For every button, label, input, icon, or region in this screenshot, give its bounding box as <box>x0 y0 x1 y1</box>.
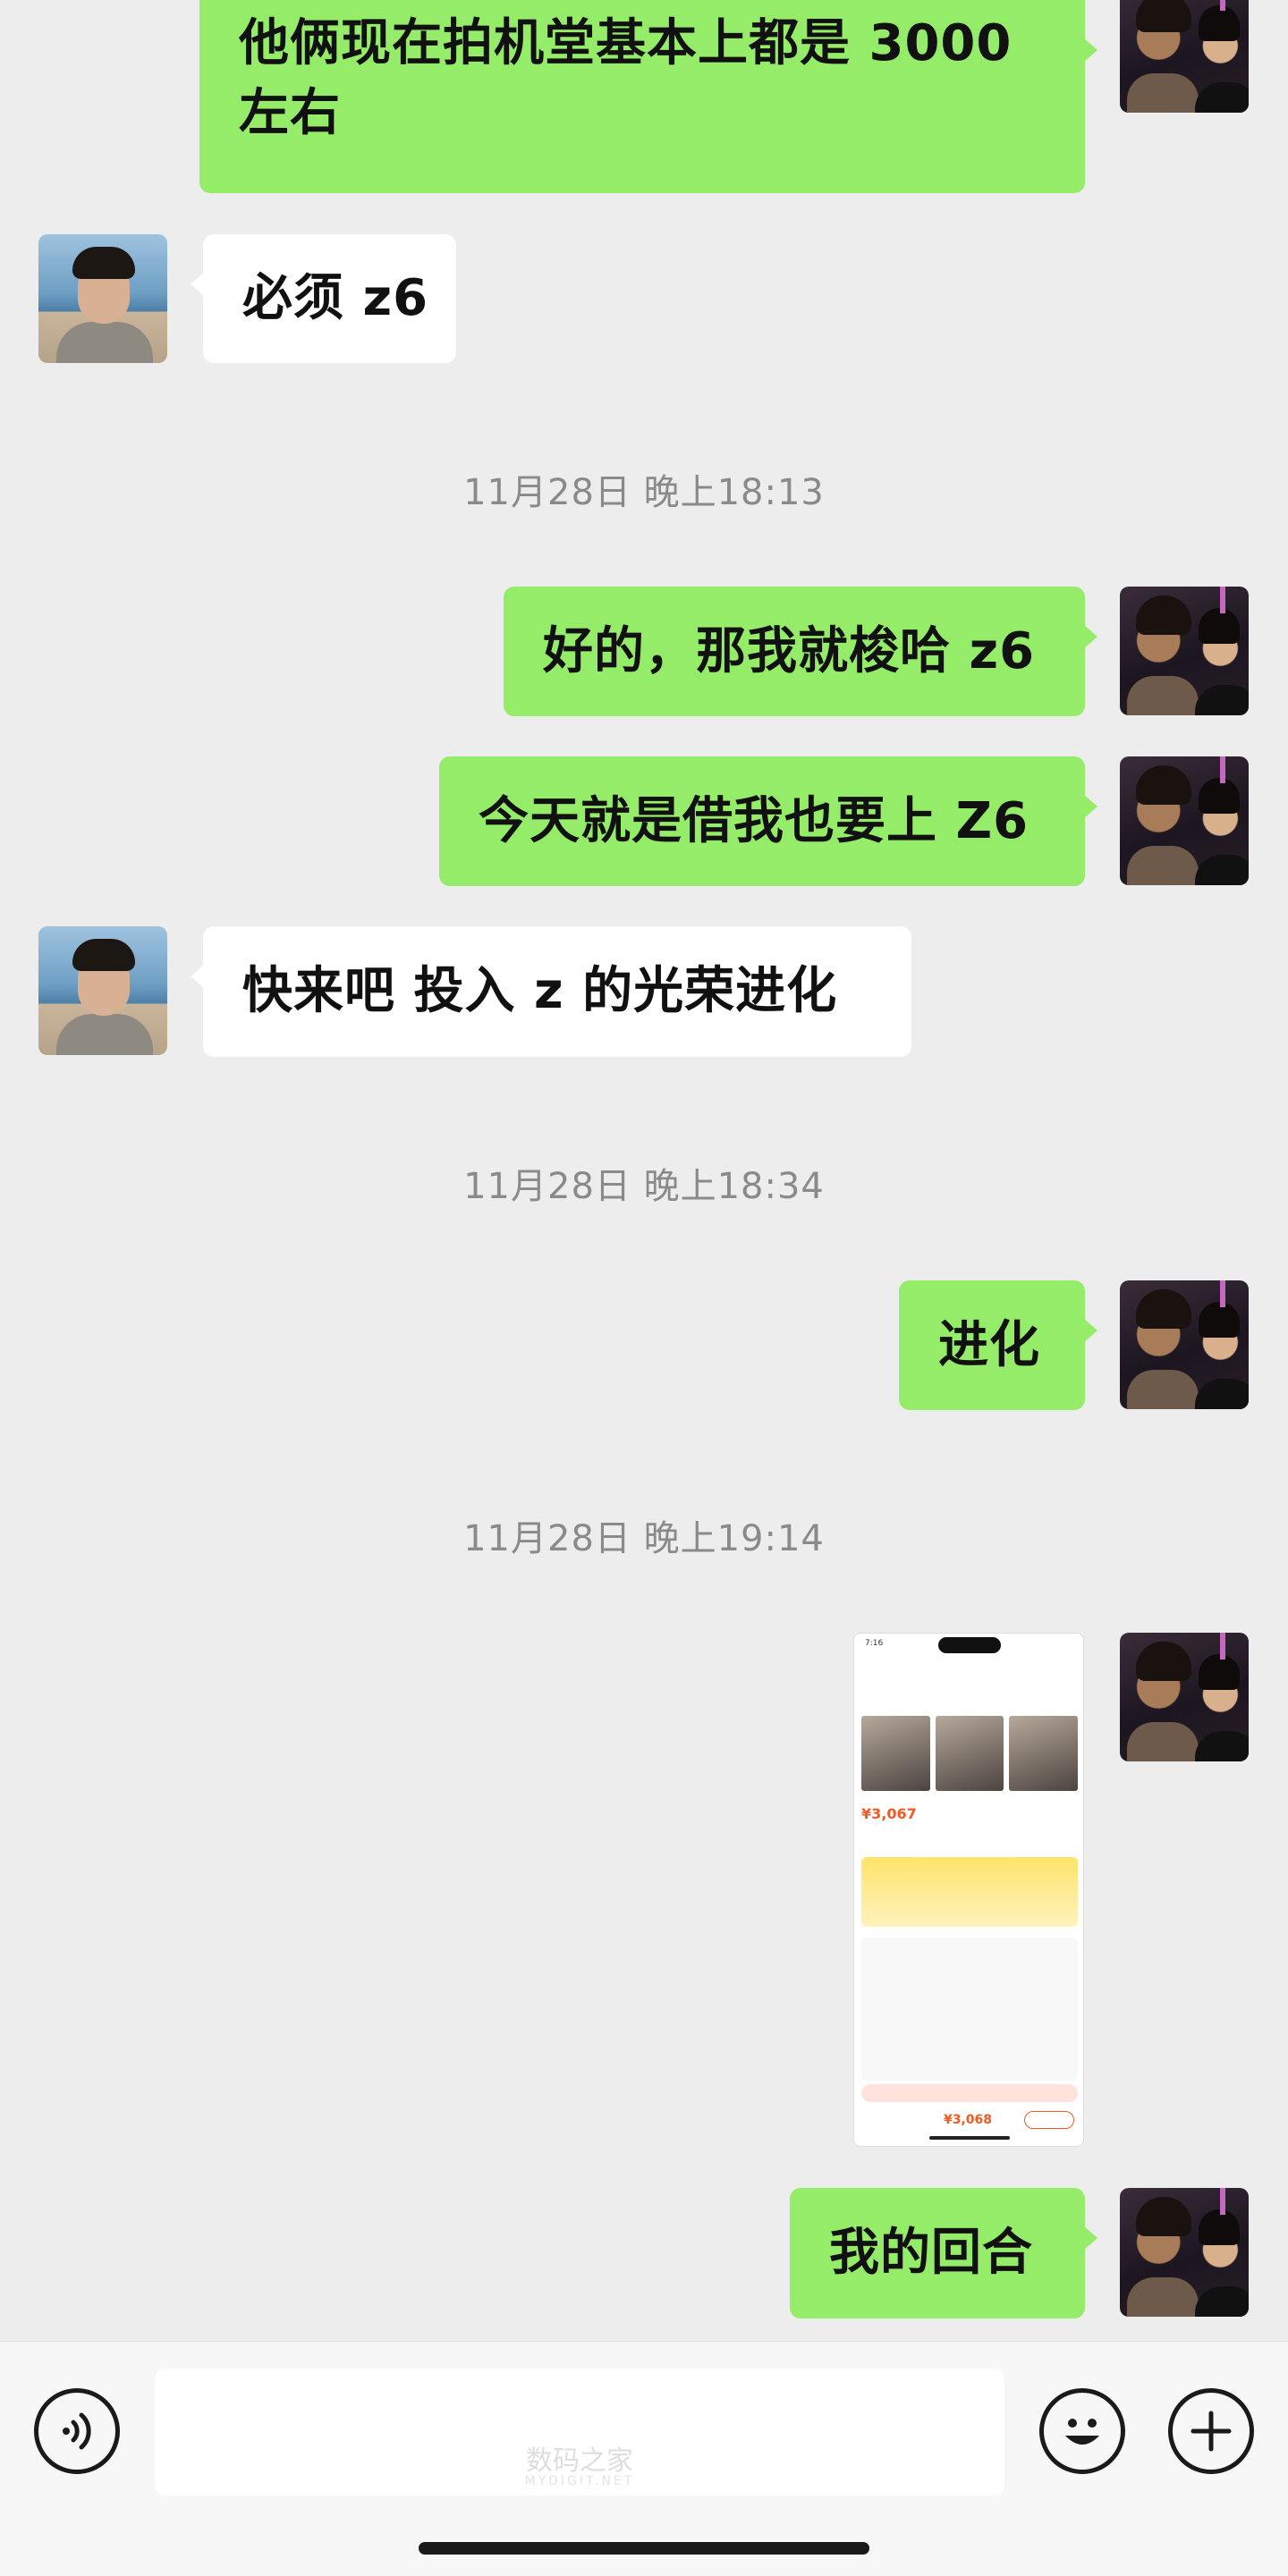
product-thumbnails <box>861 1716 1079 1791</box>
message-bubble[interactable]: 进化 <box>899 1280 1097 1410</box>
dynamic-island <box>938 1637 1001 1653</box>
voice-button[interactable] <box>34 2388 120 2474</box>
watermark-subtext: MYDIGIT.NET <box>524 2474 635 2488</box>
contact-avatar[interactable] <box>38 234 167 363</box>
timestamp: 11月28日 晚上18:34 <box>463 1166 825 1207</box>
message-text: 他俩现在拍机堂基本上都是 3000 左右 <box>239 14 1013 142</box>
my-avatar[interactable] <box>1120 756 1249 885</box>
message-bubble[interactable]: 今天就是借我也要上 Z6 <box>439 756 1097 886</box>
message-text: 我的回合 <box>829 2224 1033 2282</box>
contact-avatar[interactable] <box>38 926 167 1055</box>
timestamp: 11月28日 晚上19:14 <box>463 1518 825 1559</box>
my-avatar[interactable] <box>1120 2188 1249 2317</box>
input-bar: 数码之家 MYDIGIT.NET <box>0 2341 1288 2576</box>
message-bubble[interactable]: 快来吧 投入 z 的光荣进化 <box>191 926 911 1057</box>
message-text: 快来吧 投入 z 的光荣进化 <box>242 962 838 1020</box>
voice-icon <box>63 2412 91 2450</box>
shared-screenshot-image[interactable]: 7:16 ¥3,067 ¥3,068 <box>853 1633 1084 2147</box>
plus-icon <box>1191 2411 1232 2452</box>
emoji-button[interactable] <box>1039 2388 1125 2474</box>
report-banner <box>861 1857 1078 1927</box>
message-bubble[interactable]: 好的，那我就梭哈 z6 <box>504 587 1097 716</box>
chat-area[interactable]: 他俩现在拍机堂基本上都是 3000 左右 必须 z6 11月28日 晚上18:1… <box>0 0 1288 2341</box>
total-price: ¥3,068 <box>944 2113 993 2127</box>
tab-bar <box>861 2084 1078 2102</box>
product-price: ¥3,067 <box>861 1805 917 1822</box>
buy-button <box>1024 2111 1074 2129</box>
message-bubble[interactable]: 我的回合 <box>790 2188 1097 2318</box>
emoji-icon <box>1065 2419 1099 2445</box>
message-text: 必须 z6 <box>242 269 429 327</box>
message-bubble[interactable]: 他俩现在拍机堂基本上都是 3000 左右 <box>199 0 1097 193</box>
my-avatar[interactable] <box>1120 587 1249 715</box>
plus-button[interactable] <box>1168 2388 1254 2474</box>
message-bubble[interactable]: 必须 z6 <box>191 234 456 363</box>
detail-panel <box>861 1938 1078 2081</box>
watermark-text: 数码之家 <box>526 2445 633 2477</box>
home-indicator <box>929 2136 1010 2140</box>
status-time: 7:16 <box>865 1639 884 1648</box>
my-avatar[interactable] <box>1120 0 1249 113</box>
home-indicator[interactable] <box>419 2542 869 2555</box>
timestamp: 11月28日 晚上18:13 <box>463 472 825 513</box>
message-text: 好的，那我就梭哈 z6 <box>543 621 1036 680</box>
my-avatar[interactable] <box>1120 1280 1249 1409</box>
my-avatar[interactable] <box>1120 1633 1249 1761</box>
message-text: 进化 <box>938 1315 1040 1374</box>
watermark: 数码之家 MYDIGIT.NET <box>155 2438 1004 2488</box>
message-input[interactable]: 数码之家 MYDIGIT.NET <box>155 2369 1004 2496</box>
message-text: 今天就是借我也要上 Z6 <box>479 791 1030 850</box>
